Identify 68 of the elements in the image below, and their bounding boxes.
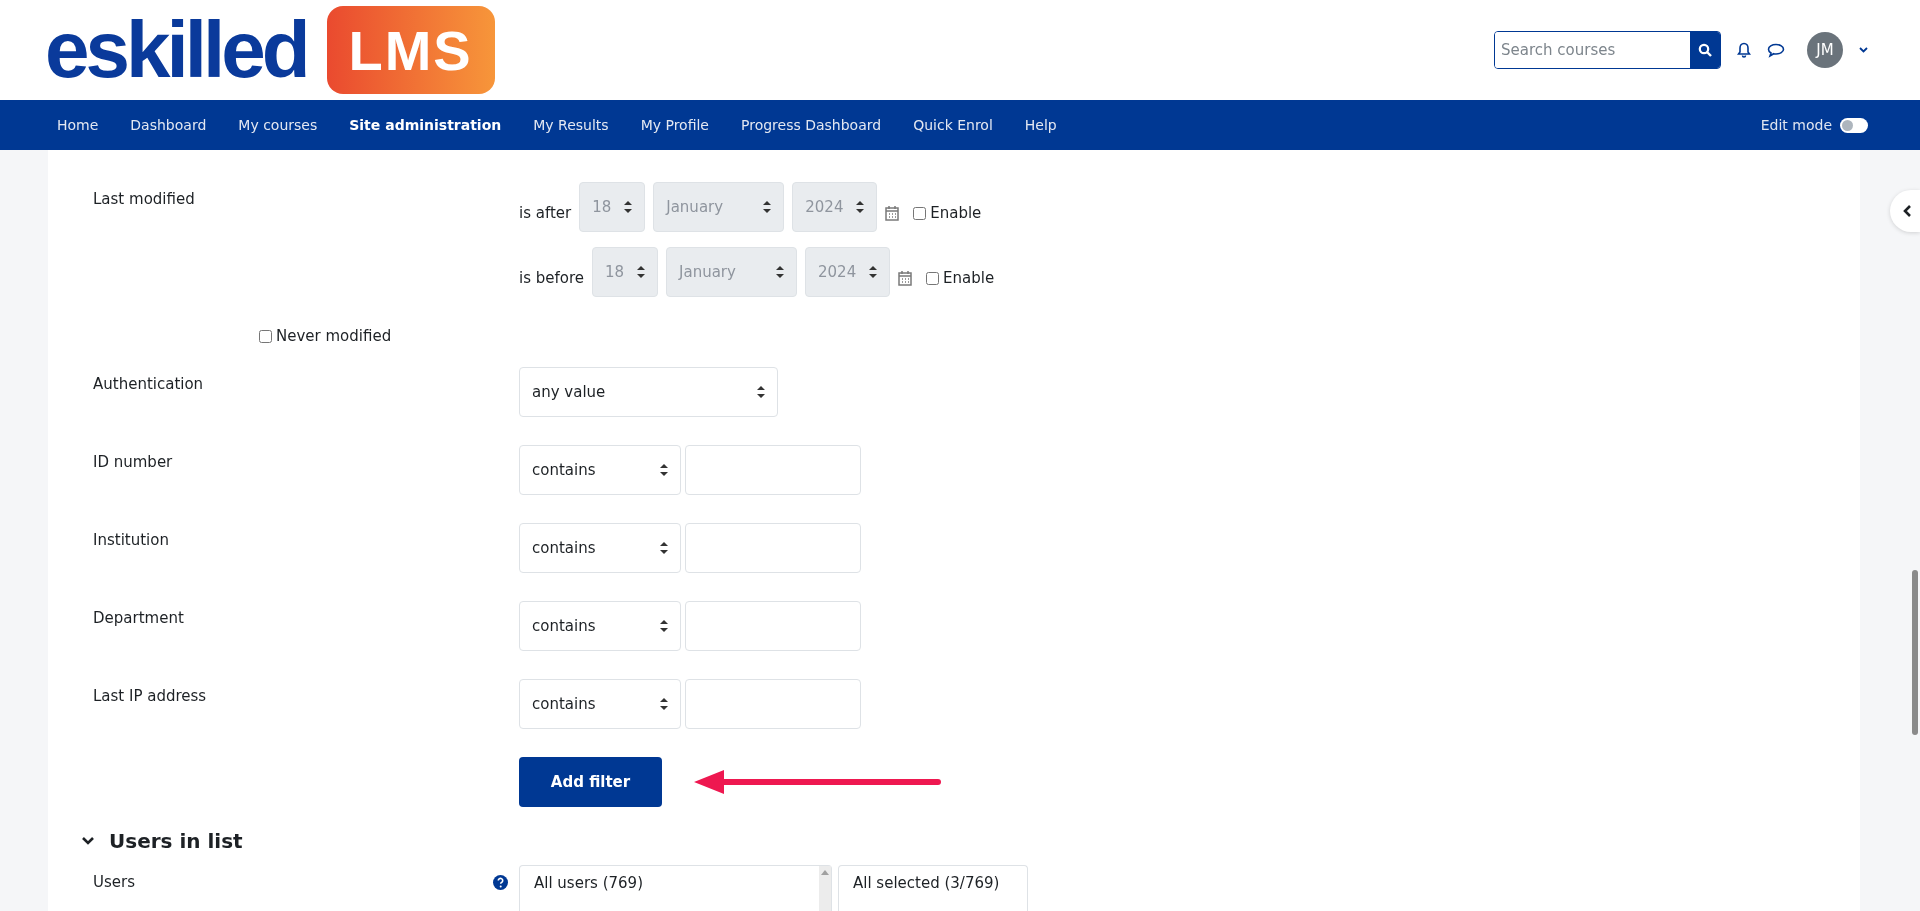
text-field[interactable] xyxy=(685,445,861,495)
operator-select[interactable]: contains xyxy=(519,601,681,651)
section-title: Users in list xyxy=(109,829,243,853)
field-label: Authentication xyxy=(93,374,205,395)
search-icon xyxy=(1698,43,1712,57)
nav-link[interactable]: My Profile xyxy=(624,117,725,133)
never-modified-label[interactable]: Never modified xyxy=(93,327,1860,345)
condition-label: is after xyxy=(519,204,572,222)
sort-caret-icon xyxy=(660,698,668,710)
list-option[interactable]: All users (769) xyxy=(534,874,643,911)
selected-listbox[interactable]: All selected (3/769) xyxy=(838,865,1028,911)
sort-caret-icon xyxy=(856,201,865,213)
users-listbox[interactable]: All users (769) xyxy=(519,865,832,911)
scrollbar-thumb[interactable] xyxy=(1912,570,1918,735)
field-label: Department xyxy=(93,608,185,629)
sort-caret-icon xyxy=(757,386,765,398)
edit-mode-toggle[interactable] xyxy=(1840,117,1868,133)
calendar-icon[interactable] xyxy=(885,205,900,221)
calendar-icon[interactable] xyxy=(898,270,913,286)
text-field[interactable] xyxy=(685,601,861,651)
text-field[interactable] xyxy=(685,523,861,573)
sort-caret-icon xyxy=(776,266,785,278)
operator-select[interactable]: contains xyxy=(519,445,681,495)
drawer-toggle-button[interactable] xyxy=(1890,190,1920,232)
nav-link[interactable]: Home xyxy=(41,117,115,133)
chevron-left-icon xyxy=(1902,204,1912,218)
sort-caret-icon xyxy=(660,542,668,554)
nav-link[interactable]: My courses xyxy=(222,117,334,133)
help-icon[interactable] xyxy=(493,875,508,890)
nav-link[interactable]: Help xyxy=(1008,117,1073,133)
enable-checkbox-label[interactable]: Enable xyxy=(907,204,982,222)
nav-link[interactable]: My Results xyxy=(517,117,625,133)
search-field[interactable]: Search courses xyxy=(1494,31,1721,69)
nav-link[interactable]: Progress Dashboard xyxy=(725,117,898,133)
sort-caret-icon xyxy=(660,464,668,476)
enable-checkbox-label[interactable]: Enable xyxy=(920,269,995,287)
list-option[interactable]: All selected (3/769) xyxy=(853,874,1000,911)
operator-select[interactable]: contains xyxy=(519,523,681,573)
field-label: ID number xyxy=(93,452,174,473)
field-label: Users xyxy=(93,872,136,893)
nav-link[interactable]: Site administration xyxy=(333,117,518,133)
sort-caret-icon xyxy=(763,201,772,213)
add-filter-button[interactable]: Add filter xyxy=(519,757,662,807)
field-label: Last modified xyxy=(93,189,196,210)
never-modified-checkbox[interactable] xyxy=(259,329,272,343)
condition-label: is before xyxy=(519,269,585,287)
edit-mode-label: Edit mode xyxy=(1760,117,1832,133)
bell-icon[interactable] xyxy=(1737,42,1751,58)
enable-checkbox[interactable] xyxy=(926,271,940,285)
chevron-down-icon[interactable] xyxy=(1859,47,1868,53)
user-avatar[interactable]: JM xyxy=(1807,32,1843,68)
logo-wordmark[interactable]: eskilled xyxy=(45,10,307,90)
sort-caret-icon xyxy=(637,266,646,278)
chat-bubble-icon[interactable] xyxy=(1767,42,1785,58)
sort-caret-icon xyxy=(869,266,878,278)
sort-caret-icon xyxy=(660,620,668,632)
nav-link[interactable]: Quick Enrol xyxy=(897,117,1009,133)
search-button[interactable] xyxy=(1690,32,1720,68)
chevron-down-icon[interactable] xyxy=(81,836,95,846)
scrollbar-drawing xyxy=(819,866,831,911)
field-label: Last IP address xyxy=(93,686,208,707)
operator-select[interactable]: contains xyxy=(519,679,681,729)
value-select[interactable]: any value xyxy=(519,367,778,417)
enable-checkbox[interactable] xyxy=(913,206,927,220)
nav-link[interactable]: Dashboard xyxy=(114,117,223,133)
sort-caret-icon xyxy=(624,201,633,213)
field-label: Institution xyxy=(93,530,170,551)
text-field[interactable] xyxy=(685,679,861,729)
